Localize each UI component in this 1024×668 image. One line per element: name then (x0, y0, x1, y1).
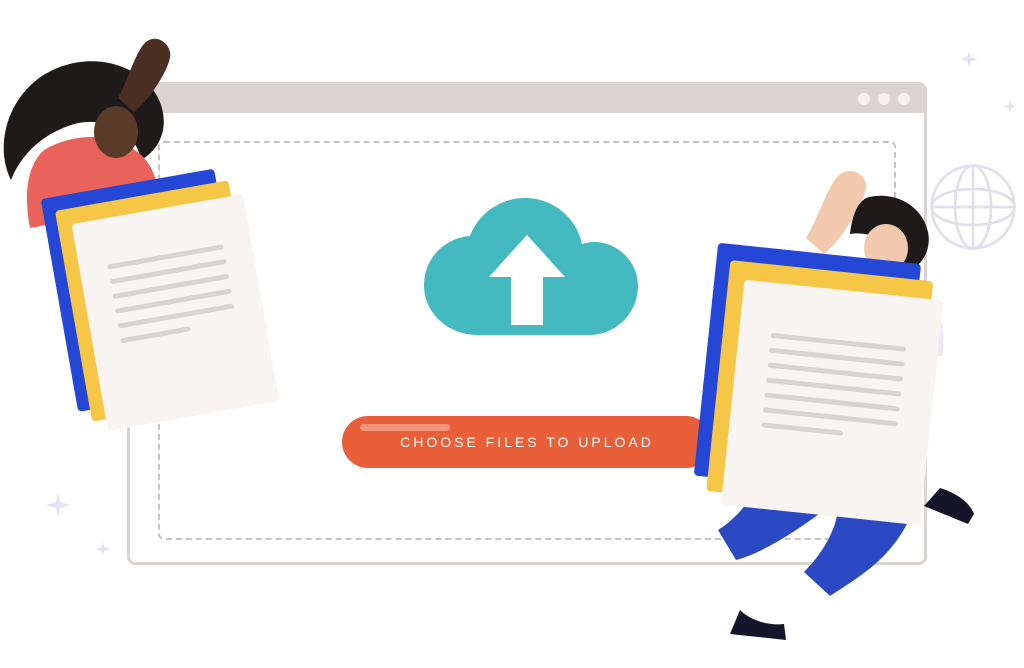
sparkle-icon (40, 490, 76, 531)
window-control-dot-icon (858, 93, 870, 105)
cloud-upload-icon (412, 195, 642, 360)
window-control-dot-icon (878, 93, 890, 105)
sparkle-icon (1000, 98, 1020, 123)
document-stack-icon (41, 164, 280, 435)
choose-files-button[interactable]: CHOOSE FILES TO UPLOAD (342, 416, 712, 468)
document-stack-icon (691, 243, 947, 526)
window-title-bar (130, 85, 924, 113)
window-control-dot-icon (898, 93, 910, 105)
sparkle-icon (92, 540, 114, 567)
sparkle-icon (952, 48, 986, 87)
globe-icon (928, 162, 1018, 257)
